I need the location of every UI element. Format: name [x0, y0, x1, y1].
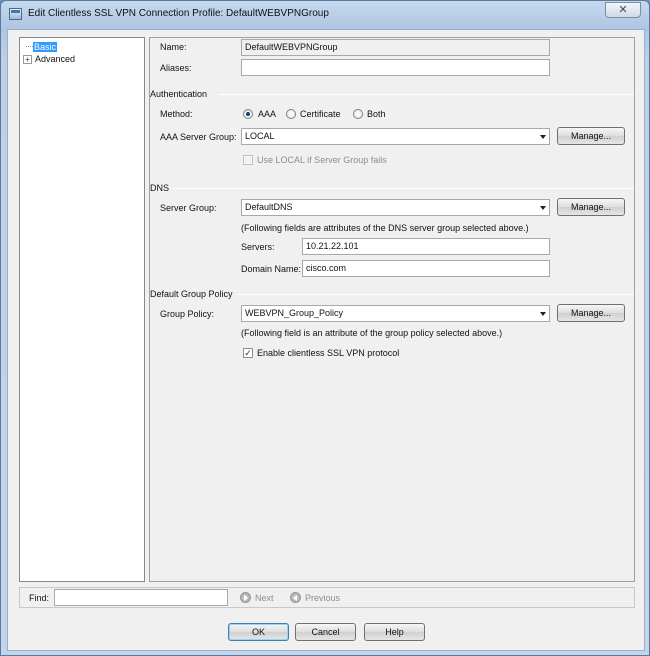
previous-label[interactable]: Previous: [305, 593, 340, 603]
tree-item-label: Advanced: [35, 54, 76, 64]
expand-icon[interactable]: +: [23, 55, 32, 65]
aaa-server-group-dropdown[interactable]: LOCAL: [241, 128, 550, 145]
chevron-down-icon: [540, 206, 546, 210]
aliases-field[interactable]: [241, 59, 550, 76]
ok-button[interactable]: OK: [228, 623, 289, 641]
method-both-label[interactable]: Both: [367, 109, 386, 119]
section-divider: [218, 94, 634, 95]
group-policy-dropdown[interactable]: WEBVPN_Group_Policy: [241, 305, 550, 322]
method-aaa-radio[interactable]: [243, 109, 253, 119]
aaa-manage-button[interactable]: Manage...: [557, 127, 625, 145]
tree-item-advanced[interactable]: + Advanced: [23, 53, 75, 65]
servers-field[interactable]: 10.21.22.101: [302, 238, 550, 255]
server-group-label: Server Group:: [160, 203, 217, 213]
dropdown-value: DefaultDNS: [245, 202, 293, 212]
authentication-section-label: Authentication: [150, 89, 208, 99]
dropdown-value: LOCAL: [245, 131, 275, 141]
tree-item-label: Basic: [33, 42, 58, 52]
aaa-server-group-label: AAA Server Group:: [160, 132, 237, 142]
chevron-down-icon: [540, 312, 546, 316]
previous-icon[interactable]: [290, 592, 301, 603]
use-local-label: Use LOCAL if Server Group fails: [257, 155, 387, 165]
dialog-client-area: Basic + Advanced Name: DefaultWEBVPNGroup…: [7, 29, 645, 651]
method-certificate-label[interactable]: Certificate: [300, 109, 341, 119]
aliases-label: Aliases:: [160, 63, 192, 73]
section-divider: [238, 294, 634, 295]
find-bar: Find: Next Previous: [19, 587, 635, 608]
basic-settings-panel: Name: DefaultWEBVPNGroup Aliases: Authen…: [149, 37, 635, 582]
group-policy-section-label: Default Group Policy: [150, 289, 233, 299]
cancel-button[interactable]: Cancel: [295, 623, 356, 641]
enable-clientless-label: Enable clientless SSL VPN protocol: [257, 348, 400, 358]
dns-section-label: DNS: [150, 183, 170, 193]
method-certificate-radio[interactable]: [286, 109, 296, 119]
method-both-radio[interactable]: [353, 109, 363, 119]
app-icon: [9, 8, 22, 20]
use-local-checkbox[interactable]: [243, 155, 253, 165]
domain-name-label: Domain Name:: [241, 264, 302, 274]
dns-note: (Following fields are attributes of the …: [241, 223, 529, 233]
section-divider: [172, 188, 634, 189]
next-label[interactable]: Next: [255, 593, 274, 603]
dialog-window: Edit Clientless SSL VPN Connection Profi…: [0, 0, 650, 656]
policy-note: (Following field is an attribute of the …: [241, 328, 503, 338]
name-label: Name:: [160, 42, 187, 52]
enable-clientless-checkbox[interactable]: ✓: [243, 348, 253, 358]
method-aaa-label[interactable]: AAA: [258, 109, 276, 119]
servers-label: Servers:: [241, 242, 275, 252]
dropdown-value: WEBVPN_Group_Policy: [245, 308, 344, 318]
method-label: Method:: [160, 109, 193, 119]
title-bar[interactable]: Edit Clientless SSL VPN Connection Profi…: [1, 1, 649, 27]
tree-item-basic[interactable]: Basic: [33, 41, 58, 53]
dns-server-group-dropdown[interactable]: DefaultDNS: [241, 199, 550, 216]
find-label: Find:: [29, 593, 50, 603]
navigation-tree: Basic + Advanced: [19, 37, 145, 582]
domain-name-field[interactable]: cisco.com: [302, 260, 550, 277]
dns-manage-button[interactable]: Manage...: [557, 198, 625, 216]
group-policy-label: Group Policy:: [160, 309, 215, 319]
chevron-down-icon: [540, 135, 546, 139]
close-button[interactable]: ✕: [605, 2, 641, 18]
next-icon[interactable]: [240, 592, 251, 603]
tree-connector: [26, 46, 33, 47]
policy-manage-button[interactable]: Manage...: [557, 304, 625, 322]
window-title: Edit Clientless SSL VPN Connection Profi…: [28, 8, 329, 19]
help-button[interactable]: Help: [364, 623, 425, 641]
name-field[interactable]: DefaultWEBVPNGroup: [241, 39, 550, 56]
find-input[interactable]: [54, 589, 228, 606]
